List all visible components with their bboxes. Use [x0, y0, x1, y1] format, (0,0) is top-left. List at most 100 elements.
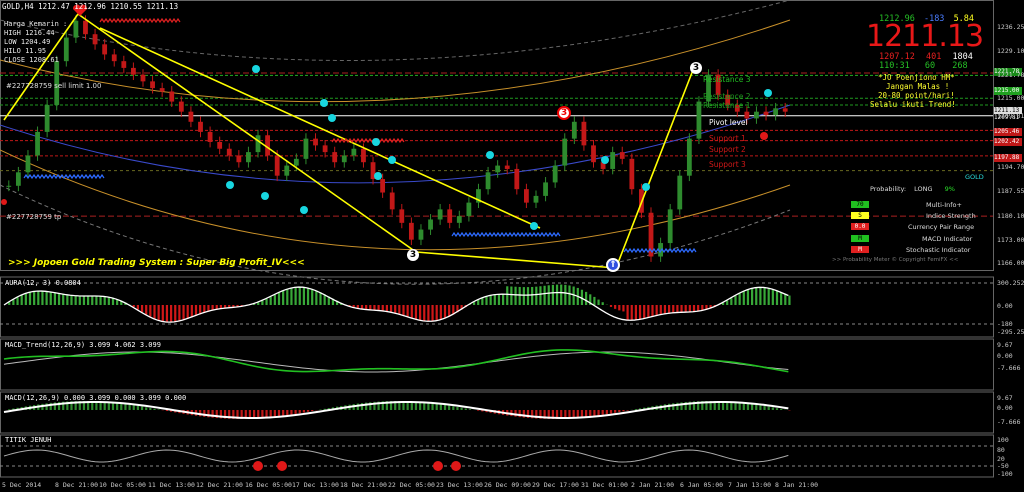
- candle-body: [207, 131, 213, 142]
- row-macd[interactable]: MACD Indicator: [922, 235, 972, 243]
- aura-bar: [311, 288, 314, 305]
- promo-line-2: Jangan Malas !: [886, 82, 950, 91]
- macd-axis-bottom: -7.666: [997, 418, 1021, 426]
- y-tick: 1229.10: [997, 46, 1024, 55]
- aura-bar: [688, 305, 691, 312]
- aura-bar: [502, 294, 505, 305]
- aura-bar: [751, 288, 754, 305]
- aura-bar: [489, 295, 492, 305]
- candle-body: [236, 155, 242, 163]
- tj-red-dot: [433, 461, 443, 471]
- wave-label-mid: 3: [557, 106, 571, 120]
- aura-bar: [746, 289, 750, 305]
- candle-body: [495, 165, 501, 173]
- aura-axis-zero: 0.00: [997, 302, 1013, 310]
- aura-bar: [95, 296, 98, 305]
- macd-bar: [423, 402, 426, 410]
- panel-footer: >> Probability Meter © Copyright FemiFX …: [832, 257, 959, 263]
- buy-arrow-marker: ⇑: [606, 258, 620, 272]
- aura-bar: [20, 295, 23, 305]
- macd-bar: [149, 407, 152, 410]
- x-tick: 22 Dec 05:00: [388, 481, 435, 489]
- candle-body: [533, 195, 539, 203]
- candle-body: [619, 152, 625, 159]
- candle-body: [131, 67, 136, 75]
- candle-body: [226, 148, 232, 156]
- promo-line-1: *JO Poenjiono HM*: [878, 73, 955, 82]
- aura-bar: [647, 305, 650, 318]
- y-tick: 1194.70: [997, 162, 1024, 171]
- candle-body: [35, 131, 40, 156]
- macd-bar: [755, 404, 758, 410]
- aura-bar: [24, 293, 27, 305]
- aura-bar: [435, 305, 438, 321]
- candle-body: [102, 44, 108, 55]
- macd-bar: [427, 402, 430, 410]
- aura-bar: [302, 287, 305, 305]
- aura-bar: [448, 305, 451, 317]
- macd-bar: [601, 410, 604, 415]
- aura-bar: [568, 285, 571, 305]
- sell-order-label[interactable]: #227728759 sell limit 1.00: [6, 82, 101, 90]
- aura-bar: [622, 305, 625, 312]
- aura-bar: [522, 287, 525, 305]
- info-hilo: HILO 11.95: [4, 47, 47, 55]
- aura-bar: [377, 305, 380, 311]
- aura-bar: [161, 305, 164, 322]
- buy-zigzag-1: [23, 173, 105, 180]
- candle-body: [466, 202, 472, 217]
- candle-body: [169, 91, 175, 102]
- candle-body: [6, 185, 12, 187]
- row-currency-range[interactable]: Currency Pair Range: [908, 223, 974, 231]
- cyan-signal-marker: [252, 65, 260, 73]
- candle-body: [284, 165, 290, 176]
- cyan-signal-marker: [320, 99, 328, 107]
- chart-canvas[interactable]: [0, 0, 1024, 492]
- aura-bar: [564, 284, 567, 305]
- x-tick: 26 Dec 09:00: [484, 481, 531, 489]
- titik-frame: [0, 434, 994, 478]
- tp-order-label[interactable]: #227728759 tp: [6, 213, 61, 221]
- aura-bar: [775, 290, 779, 305]
- cyan-signal-marker: [372, 138, 380, 146]
- candle-body: [524, 189, 529, 203]
- aura-bar: [531, 286, 534, 305]
- y-tick: 1180.10: [997, 211, 1024, 220]
- row-multi-info[interactable]: Multi-Info+: [926, 201, 962, 209]
- aura-bar: [726, 300, 729, 305]
- candle-body: [571, 121, 577, 139]
- macd-bar: [435, 403, 438, 410]
- wave-label-low-1: 3: [407, 249, 419, 261]
- aura-bar: [410, 305, 413, 318]
- envelope-curve-0: [0, 19, 791, 103]
- aura-bar: [381, 305, 384, 311]
- macd-bar: [116, 402, 119, 410]
- aura-bar: [16, 297, 19, 305]
- row-indice-strength[interactable]: Indice Strength: [926, 212, 976, 220]
- macd-bar: [298, 410, 301, 414]
- candle-body: [92, 34, 98, 45]
- badge-stochastic: M: [851, 246, 869, 253]
- aura-bar: [609, 305, 613, 307]
- aura-bar: [182, 305, 185, 321]
- cyan-signal-marker: [601, 156, 609, 164]
- aura-bar: [286, 289, 289, 305]
- aura-bar: [136, 305, 139, 310]
- row-stochastic[interactable]: Stochastic Indicator: [906, 246, 970, 254]
- aura-bar: [62, 294, 65, 305]
- macd-bar: [767, 406, 770, 410]
- wave-label-high: 3: [690, 62, 702, 74]
- y-tick: 1173.00: [997, 235, 1024, 244]
- candle-body: [188, 111, 194, 122]
- aura-bar: [439, 305, 442, 320]
- y-tick: 1221.78: [997, 71, 1024, 80]
- macd-bar: [775, 408, 779, 410]
- candle-body: [428, 219, 433, 230]
- x-tick: 17 Dec 13:00: [292, 481, 339, 489]
- x-tick: 7 Jan 13:00: [728, 481, 772, 489]
- macd-bar: [140, 406, 144, 410]
- macd-bar: [111, 402, 115, 410]
- macd-axis-top: 9.67: [997, 394, 1013, 402]
- aura-bar: [49, 291, 52, 305]
- red-dot-left: [1, 199, 7, 205]
